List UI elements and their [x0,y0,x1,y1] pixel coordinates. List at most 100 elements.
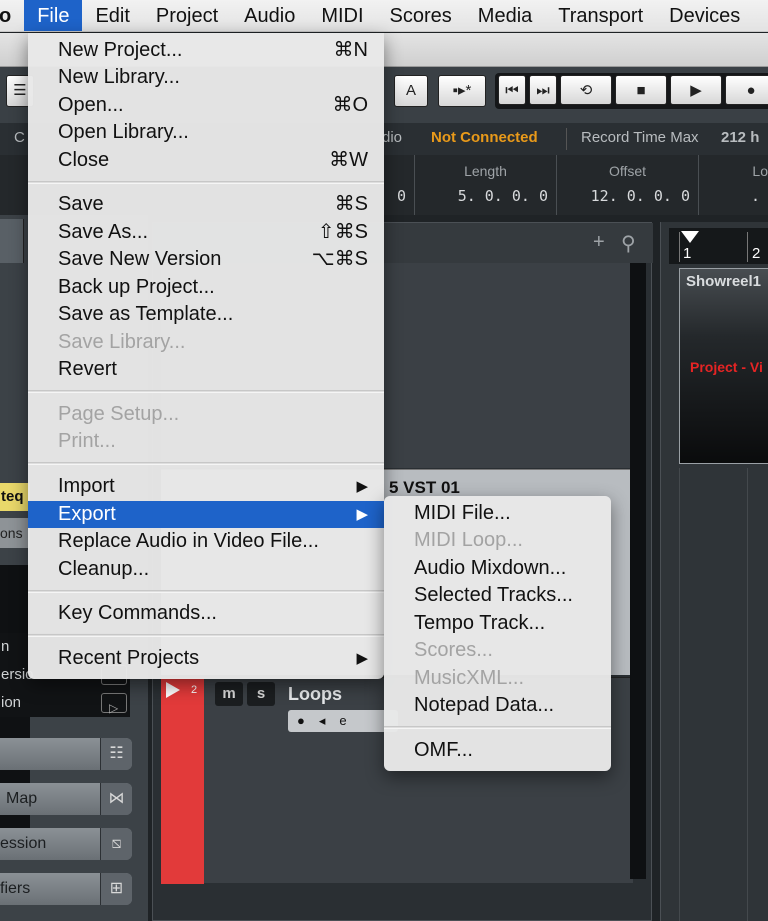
inspector-tab[interactable] [0,219,24,263]
menu-item-label: MIDI File... [414,502,511,524]
ruler-mark-2: 2 [752,245,761,262]
menu-item-save-as-template[interactable]: Save as Template... [28,301,384,328]
map-icon[interactable]: ⋈ [100,783,132,815]
offset-value[interactable]: 12. 0. 0. 0 [591,187,690,205]
menu-app[interactable]: o [0,0,24,31]
record-enable-icon[interactable]: ● [297,713,319,728]
export-item-omf[interactable]: OMF... [384,737,611,764]
menu-bar: o File Edit Project Audio MIDI Scores Me… [0,0,768,32]
connection-status[interactable]: Not Connected [431,129,538,146]
loops-track-name: Loops [288,684,342,704]
inspector-pill-expression-label: ession [0,835,47,852]
menu-item-replace-audio[interactable]: Replace Audio in Video File... [28,528,384,555]
record-time-label: Record Time Max [581,129,699,146]
track-list-scrollbar[interactable] [630,263,646,879]
export-item-tempo-track[interactable]: Tempo Track... [384,610,611,637]
export-item-notepad-data[interactable]: Notepad Data... [384,692,611,719]
project-window: 1 2 Showreel1 Project - Vi [660,222,768,921]
playhead-icon[interactable] [681,231,699,243]
menu-item-open-library[interactable]: Open Library... [28,119,384,146]
stop-button[interactable]: ■ [615,75,667,105]
menu-item-save-new-version[interactable]: Save New Version ⌥⌘S [28,246,384,273]
menu-transport[interactable]: Transport [545,0,656,31]
inspector-pill-settings[interactable]: ☷ [0,738,132,770]
inspector-pill-expression[interactable]: ession ⧅ [0,828,132,860]
menu-item-close[interactable]: Close ⌘W [28,147,384,174]
export-item-selected-tracks[interactable]: Selected Tracks... [384,582,611,609]
solo-button[interactable]: s [247,682,275,706]
menu-item-new-project[interactable]: New Project... ⌘N [28,37,384,64]
menu-item-label: Page Setup... [58,403,180,425]
menu-file[interactable]: File [24,0,83,31]
menu-shortcut: ⌘S [334,193,368,215]
menu-item-recent-projects[interactable]: Recent Projects ▶ [28,645,384,672]
inspector-row-3-toggle[interactable]: ▷ [101,693,127,715]
monitor-icon[interactable]: ◂ [319,713,340,728]
menu-separator [28,462,384,465]
mute-button[interactable]: m [215,682,243,706]
expression-icon[interactable]: ⧅ [100,828,132,860]
grid-icon[interactable]: ⊞ [100,873,132,905]
menu-audio[interactable]: Audio [231,0,308,31]
menu-shortcut: ⇧⌘S [317,221,368,243]
auto-scroll-button[interactable]: A [394,75,428,107]
menu-item-label: Close [58,149,110,171]
menu-media[interactable]: Media [465,0,545,31]
menu-item-label: Print... [58,430,116,452]
status-divider [566,128,567,150]
menu-item-save-as[interactable]: Save As... ⇧⌘S [28,219,384,246]
eq-badge[interactable]: teq [0,483,30,511]
inspector-pill-modifiers[interactable]: fiers ⊞ [0,873,132,905]
menu-item-label: Scores... [414,639,493,661]
inspector-row-1-label: n [1,638,10,655]
timeline-ruler[interactable]: 1 2 [669,228,768,264]
menu-item-save[interactable]: Save ⌘S [28,191,384,218]
play-icon: ▶ [690,82,702,99]
auto-scroll-label: A [405,82,416,99]
menu-item-revert[interactable]: Revert [28,356,384,383]
info-start-value[interactable]: 0 [397,187,406,205]
menu-item-label: Revert [58,358,117,380]
inspector-section-header[interactable]: ons [0,518,30,548]
menu-item-open[interactable]: Open... ⌘O [28,92,384,119]
fourth-value[interactable]: . [751,187,760,205]
grid-line [747,468,748,921]
go-to-end-button[interactable]: ⏭ [529,75,557,105]
menu-item-back-up-project[interactable]: Back up Project... [28,274,384,301]
sliders-icon[interactable]: ☷ [100,738,132,770]
video-clip[interactable]: Showreel1 Project - Vi [679,268,768,464]
menu-item-export[interactable]: Export ▶ [28,501,384,528]
menu-midi[interactable]: MIDI [308,0,376,31]
transport-group: ⏮ ⏭ ⟲ ■ ▶ ● [495,73,768,109]
clip-title: Showreel1 [686,273,762,290]
menu-edit[interactable]: Edit [82,0,142,31]
search-icon[interactable]: ⚲ [621,231,636,256]
edit-icon[interactable]: e [339,713,360,728]
go-to-start-button[interactable]: ⏮ [498,75,526,105]
menu-shortcut: ⌘O [332,94,368,116]
record-icon: ● [746,82,756,99]
play-button[interactable]: ▶ [670,75,722,105]
menu-item-label: Save as Template... [58,303,234,325]
menu-devices[interactable]: Devices [656,0,753,31]
inspector-row-3[interactable]: ion ▷ [0,689,130,717]
menu-item-cleanup[interactable]: Cleanup... [28,556,384,583]
skip-back-icon: ⏮ [505,82,519,99]
length-value[interactable]: 5. 0. 0. 0 [458,187,548,205]
menu-project[interactable]: Project [143,0,231,31]
track-color-strip[interactable]: 2 [161,678,204,884]
menu-item-import[interactable]: Import ▶ [28,473,384,500]
inspector-pill-map[interactable]: Map ⋈ [0,783,132,815]
menu-item-new-library[interactable]: New Library... [28,64,384,91]
menu-scores[interactable]: Scores [377,0,465,31]
cycle-button[interactable]: ⟲ [560,75,612,105]
export-item-audio-mixdown[interactable]: Audio Mixdown... [384,555,611,582]
snap-button[interactable]: ▪▸* [438,75,486,107]
add-track-icon[interactable]: + [593,231,605,254]
inspector-pill-modifiers-label: fiers [0,880,31,897]
menu-item-label: Audio Mixdown... [414,557,567,579]
export-item-midi-file[interactable]: MIDI File... [384,500,611,527]
ruler-tick-1 [679,232,680,262]
menu-item-key-commands[interactable]: Key Commands... [28,600,384,627]
record-button[interactable]: ● [725,75,768,105]
